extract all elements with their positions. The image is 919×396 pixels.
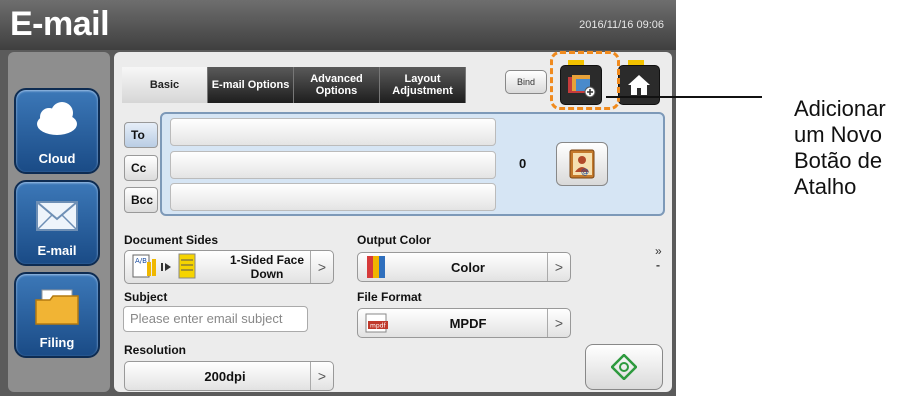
svg-text:A/B: A/B (135, 257, 147, 265)
chevron-right-icon: > (310, 362, 333, 390)
more-options-icon[interactable]: » ··· (655, 244, 661, 272)
address-book-icon: @ (569, 149, 595, 179)
document-sides-value: 1-Sided Face Down (229, 253, 305, 281)
title-bar: E-mail 2016/11/16 09:06 (0, 0, 676, 50)
chevron-right-icon: > (547, 309, 570, 337)
sidebar-item-cloud[interactable]: Cloud (14, 88, 100, 174)
device-screen: E-mail 2016/11/16 09:06 Cloud E-mail Fil… (0, 0, 676, 396)
cc-button[interactable]: Cc (124, 155, 158, 181)
tab-basic[interactable]: Basic (122, 67, 208, 103)
tab-bar: Basic E-mail Options Advanced Options La… (122, 67, 466, 103)
bcc-field[interactable] (170, 183, 496, 211)
folder-icon (35, 289, 79, 325)
cc-field[interactable] (170, 151, 496, 179)
resolution-select[interactable]: 200dpi > (124, 361, 334, 391)
svg-text:@: @ (581, 167, 589, 176)
callout-line (606, 96, 762, 98)
recipient-count: 0 (519, 156, 527, 171)
subject-input[interactable]: Please enter email subject (123, 306, 308, 332)
file-format-label: File Format (357, 290, 422, 304)
duplex-icon: A/B (132, 253, 196, 279)
bcc-button[interactable]: Bcc (124, 187, 158, 213)
sidebar-item-label: Filing (39, 335, 75, 350)
tab-email-options[interactable]: E-mail Options (208, 67, 294, 103)
sidebar-item-email[interactable]: E-mail (14, 180, 100, 266)
sidebar-item-filing[interactable]: Filing (14, 272, 100, 358)
callout-text: Adicionar um Novo Botão de Atalho (794, 96, 886, 199)
pdf-file-icon: mpdf (365, 313, 388, 333)
tab-advanced-options[interactable]: Advanced Options (294, 67, 380, 103)
bind-button[interactable]: Bind (505, 70, 547, 94)
output-color-select[interactable]: Color > (357, 252, 571, 282)
home-icon (628, 75, 650, 95)
highlight-box (550, 51, 620, 110)
to-button[interactable]: To (124, 122, 158, 148)
document-sides-label: Document Sides (124, 233, 219, 247)
subject-label: Subject (124, 290, 168, 304)
output-color-value: Color (451, 259, 485, 275)
file-format-select[interactable]: mpdf MPDF > (357, 308, 571, 338)
resolution-value: 200dpi (204, 368, 246, 384)
chevron-right-icon: > (547, 253, 570, 281)
color-icon (367, 256, 385, 278)
to-field[interactable] (170, 118, 496, 146)
sidebar-item-label: E-mail (37, 243, 77, 258)
svg-text:mpdf: mpdf (370, 323, 386, 330)
document-sides-select[interactable]: A/B 1-Sided Face Down > (124, 250, 334, 284)
start-icon (611, 354, 637, 380)
tab-layout-adjustment[interactable]: Layout Adjustment (380, 67, 466, 103)
sidebar-item-label: Cloud (38, 151, 76, 166)
home-button[interactable] (618, 65, 660, 105)
cloud-icon (37, 102, 77, 135)
datetime: 2016/11/16 09:06 (579, 19, 664, 31)
output-color-label: Output Color (357, 233, 431, 247)
start-scan-button[interactable] (585, 344, 663, 390)
app-title: E-mail (10, 5, 110, 43)
resolution-label: Resolution (124, 343, 186, 357)
envelope-icon (36, 201, 78, 231)
file-format-value: MPDF (449, 315, 487, 331)
chevron-right-icon: > (310, 251, 333, 283)
address-book-button[interactable]: @ (556, 142, 608, 186)
